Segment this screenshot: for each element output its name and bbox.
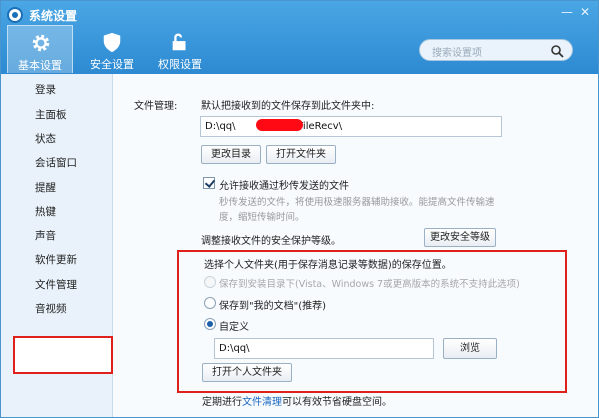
custom-path-field[interactable]: D:\qq\ [214,338,434,359]
tab-basic-settings[interactable]: 基本设置 [7,25,73,73]
sidebar-item-chat-window[interactable]: 会话窗口 [35,155,77,170]
path-prefix: D:\qq\ [205,121,236,132]
flash-transfer-desc-line1: 秒传发送的文件，将使用极速服务器辅助接收。能提高文件传输速 [219,197,495,208]
cleanup-pre-text: 定期进行 [202,397,242,408]
tab-label: 权限设置 [158,58,202,71]
sidebar-item-audio-video[interactable]: 音视频 [35,301,67,316]
file-cleanup-link[interactable]: 文件清理 [242,397,282,408]
flash-transfer-desc-line2: 度，缩短传输时间。 [219,212,305,223]
section-label-file-management: 文件管理: [134,101,178,112]
change-security-level-button[interactable]: 更改安全等级 [424,228,496,247]
receive-folder-path-field[interactable]: D:\qq\ FileRecv\ [200,116,502,137]
header-bar: 系统设置 — ✕ 基本设置 安全设置 权限设置 搜索设置项 [1,1,598,74]
sidebar-item-sound[interactable]: 声音 [35,228,56,243]
window-title: 系统设置 [29,9,78,23]
radio-install-dir[interactable] [204,276,216,288]
search-icon[interactable] [550,44,564,58]
close-icon[interactable]: ✕ [578,5,592,19]
redaction-mark [256,119,303,131]
sidebar-item-status[interactable]: 状态 [35,131,56,146]
open-folder-button[interactable]: 打开文件夹 [266,145,336,164]
open-personal-folder-button[interactable]: 打开个人文件夹 [202,363,292,382]
radio-install-dir-label: 保存到安装目录下(Vista、Windows 7或更高版本的系统不支持此选项) [219,279,520,290]
sidebar-item-software-update[interactable]: 软件更新 [35,252,77,267]
path-suffix: FileRecv\ [297,121,343,132]
gear-icon [32,34,50,52]
settings-window: 系统设置 — ✕ 基本设置 安全设置 权限设置 搜索设置项 登录 主面板 状态 … [0,0,599,418]
personal-folder-title: 选择个人文件夹(用于保存消息记录等数据)的保存位置。 [204,260,452,271]
radio-custom[interactable] [204,318,216,330]
search-input[interactable]: 搜索设置项 [419,39,573,61]
lock-icon [172,33,186,51]
radio-my-documents-label: 保存到"我的文档"(推荐) [219,301,327,312]
qq-logo-icon [7,7,23,23]
shield-icon [103,32,121,53]
allow-flash-transfer-label: 允许接收通过秒传发送的文件 [219,181,349,192]
sidebar-item-login[interactable]: 登录 [35,82,56,97]
tab-label: 安全设置 [90,58,134,71]
cleanup-hint: 定期进行文件清理可以有效节省硬盘空间。 [202,393,392,408]
tab-security-settings[interactable]: 安全设置 [79,25,145,73]
allow-flash-transfer-checkbox[interactable] [203,177,215,189]
sidebar: 登录 主面板 状态 会话窗口 提醒 热键 声音 软件更新 文件管理 音视频 [1,74,113,417]
sidebar-item-hotkeys[interactable]: 热键 [35,204,56,219]
security-level-label: 调整接收文件的安全保护等级。 [201,236,341,247]
tab-permission-settings[interactable]: 权限设置 [147,25,213,73]
default-folder-description: 默认把接收到的文件保存到此文件夹中: [201,101,375,112]
browse-button[interactable]: 浏览 [443,338,497,359]
search-placeholder: 搜索设置项 [432,48,482,59]
minimize-icon[interactable]: — [560,5,574,19]
selected-item-highlight [13,336,113,374]
radio-my-documents[interactable] [204,297,216,309]
cleanup-post-text: 可以有效节省硬盘空间。 [282,397,392,408]
tab-label: 基本设置 [18,59,62,72]
change-directory-button[interactable]: 更改目录 [201,145,261,164]
sidebar-item-reminder[interactable]: 提醒 [35,180,56,195]
sidebar-item-main-panel[interactable]: 主面板 [35,107,67,122]
radio-custom-label: 自定义 [219,322,249,333]
sidebar-item-file-management[interactable]: 文件管理 [35,277,77,292]
